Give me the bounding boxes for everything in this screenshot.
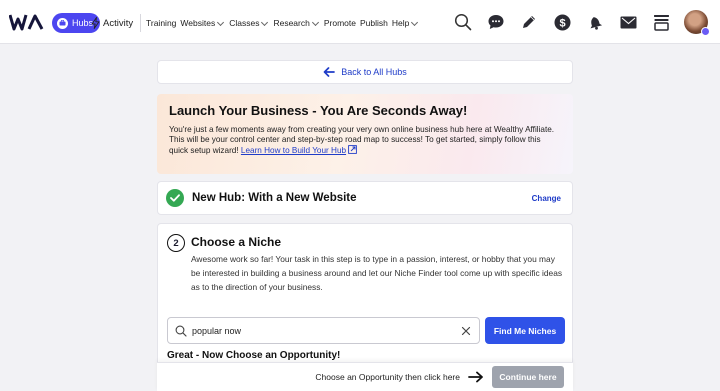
launch-banner: Launch Your Business - You Are Seconds A… — [157, 94, 573, 174]
continue-button[interactable]: Continue here — [492, 366, 564, 388]
launch-title: Launch Your Business - You Are Seconds A… — [169, 103, 468, 118]
niche-search-input[interactable] — [192, 325, 461, 336]
nav-item-training[interactable]: Training — [146, 18, 176, 28]
main-nav-menu: Training Websites Classes Research Promo… — [146, 14, 419, 32]
bell-icon[interactable] — [585, 12, 605, 32]
nav-item-websites[interactable]: Websites — [180, 18, 225, 28]
new-hub-title: New Hub: With a New Website — [192, 192, 357, 204]
nav-item-promote[interactable]: Promote — [324, 18, 356, 28]
arrow-right-icon — [468, 371, 483, 383]
nav-item-research[interactable]: Research — [273, 18, 319, 28]
external-link-icon[interactable] — [348, 145, 358, 154]
top-navigation-bar: Hubs Activity Training Websites Classes … — [0, 0, 720, 44]
chevron-down-icon — [261, 18, 269, 26]
niche-description: Awesome work so far! Your task in this s… — [191, 254, 563, 292]
change-button[interactable]: Change — [532, 194, 561, 203]
opportunity-heading: Great - Now Choose an Opportunity! — [167, 350, 341, 361]
find-niches-button[interactable]: Find Me Niches — [485, 317, 565, 344]
niche-title: Choose a Niche — [191, 235, 282, 249]
chat-icon[interactable] — [486, 12, 506, 32]
svg-text:$: $ — [559, 17, 565, 29]
status-dot — [701, 27, 710, 36]
new-hub-step-card: New Hub: With a New Website Change — [157, 181, 573, 215]
avatar[interactable] — [684, 10, 710, 36]
wizard-footer-bar: Choose an Opportunity then click here Co… — [157, 362, 573, 391]
nav-item-publish[interactable]: Publish — [360, 18, 388, 28]
clear-icon[interactable] — [461, 326, 471, 336]
activity-label: Activity — [103, 17, 134, 29]
launch-text: You're just a few moments away from crea… — [169, 125, 555, 155]
niche-search-field[interactable] — [167, 317, 480, 344]
briefcase-icon — [57, 17, 68, 29]
arrow-left-icon — [323, 67, 336, 77]
mail-icon[interactable] — [618, 12, 638, 32]
activity-nav-button[interactable]: Activity — [91, 13, 133, 33]
footer-hint: Choose an Opportunity then click here — [315, 372, 460, 382]
check-circle-icon — [166, 189, 184, 207]
nav-divider — [140, 14, 141, 32]
search-icon[interactable] — [453, 12, 473, 32]
inbox-icon[interactable] — [651, 12, 671, 32]
pencil-icon[interactable] — [519, 12, 539, 32]
chevron-down-icon — [411, 18, 419, 26]
learn-how-link[interactable]: Learn How to Build Your Hub — [241, 146, 346, 155]
back-label: Back to All Hubs — [341, 67, 407, 77]
header-actions: $ — [453, 9, 710, 36]
search-icon — [175, 325, 187, 337]
dollar-icon[interactable]: $ — [552, 12, 572, 32]
step-number-badge: 2 — [167, 234, 185, 252]
hubs-label: Hubs — [72, 18, 94, 28]
nav-item-classes[interactable]: Classes — [229, 18, 269, 28]
chevron-down-icon — [217, 18, 225, 26]
chevron-down-icon — [311, 18, 319, 26]
wealthy-affiliate-logo[interactable] — [9, 13, 45, 31]
back-to-hubs-link[interactable]: Back to All Hubs — [157, 60, 573, 84]
lightning-icon — [91, 17, 100, 29]
nav-item-help[interactable]: Help — [392, 18, 419, 28]
